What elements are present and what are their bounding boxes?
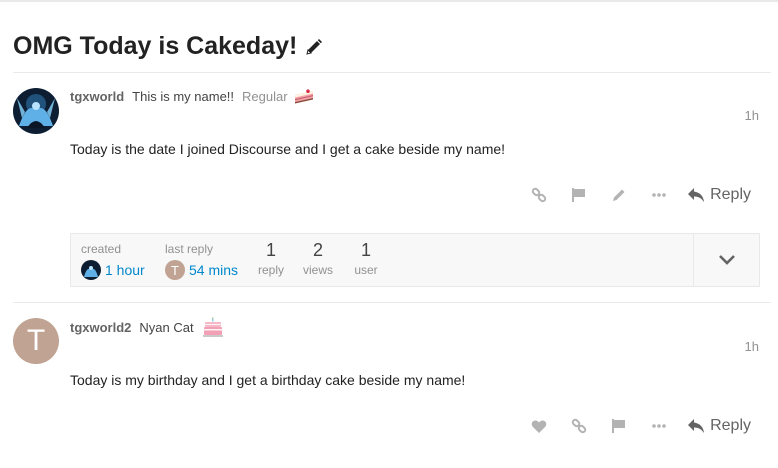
topic-map-last-reply: last reply T 54 mins (165, 234, 238, 280)
edit-title-pencil-icon[interactable] (305, 38, 323, 56)
replies-stat: 1 reply (255, 240, 287, 277)
edit-pencil-icon[interactable] (599, 180, 639, 210)
created-label: created (81, 242, 122, 256)
post-controls: Reply (519, 180, 771, 210)
topic-map: created 1 hour last reply T 54 mins 1 re… (70, 233, 760, 287)
post-controls: Reply (519, 411, 771, 441)
created-time-link[interactable]: 1 hour (105, 262, 145, 278)
reply-button[interactable]: Reply (687, 186, 751, 204)
user-letter-avatar[interactable]: T (13, 318, 59, 364)
user-title: Regular (242, 88, 288, 104)
share-link-icon[interactable] (519, 180, 559, 210)
expand-topic-map-button[interactable] (693, 234, 759, 286)
last-reply-label: last reply (165, 242, 214, 256)
full-name: This is my name!! (132, 88, 235, 104)
post-author: tgxworld2 Nyan Cat (70, 317, 223, 337)
username[interactable]: tgxworld2 (70, 320, 131, 335)
reply-label: Reply (710, 186, 751, 203)
last-reply-time-link[interactable]: 54 mins (189, 262, 238, 278)
more-ellipsis-icon[interactable] (639, 411, 679, 441)
user-avatar[interactable] (13, 88, 59, 134)
post-body: Today is my birthday and I get a birthda… (70, 372, 466, 388)
post-body: Today is the date I joined Discourse and… (70, 141, 506, 157)
birthday-cake-icon (202, 317, 223, 337)
replies-count: 1 (265, 240, 276, 260)
creator-avatar[interactable] (81, 260, 101, 280)
flag-icon[interactable] (599, 411, 639, 441)
like-heart-icon[interactable] (519, 411, 559, 441)
users-label: user (354, 263, 378, 277)
users-stat: 1 user (351, 240, 381, 277)
username[interactable]: tgxworld (70, 89, 124, 104)
views-count: 2 (312, 240, 323, 260)
topic-title-text[interactable]: OMG Today is Cakeday! (13, 32, 297, 61)
share-link-icon[interactable] (559, 411, 599, 441)
replies-label: reply (257, 263, 284, 277)
post-2: T tgxworld2 Nyan Cat 1h Today is my birt… (13, 303, 771, 463)
post-author: tgxworld This is my name!! Regular (70, 88, 314, 104)
post-date[interactable]: 1h (745, 339, 759, 354)
flag-icon[interactable] (559, 180, 599, 210)
header-border (0, 0, 778, 2)
reply-arrow-icon (688, 188, 705, 202)
post-date[interactable]: 1h (745, 108, 759, 123)
topic-title: OMG Today is Cakeday! (13, 32, 323, 61)
users-count: 1 (360, 240, 371, 260)
post-1: tgxworld This is my name!! Regular 1h To… (13, 72, 771, 302)
more-ellipsis-icon[interactable] (639, 180, 679, 210)
full-name: Nyan Cat (139, 319, 194, 335)
last-replier-avatar[interactable]: T (165, 260, 185, 280)
chevron-down-icon (718, 255, 735, 265)
views-stat: 2 views (300, 240, 336, 277)
cake-slice-icon (294, 88, 314, 104)
reply-button[interactable]: Reply (687, 417, 751, 435)
views-label: views (302, 263, 333, 277)
reply-arrow-icon (688, 419, 705, 433)
reply-label: Reply (710, 417, 751, 434)
topic-map-created: created 1 hour (81, 234, 145, 280)
